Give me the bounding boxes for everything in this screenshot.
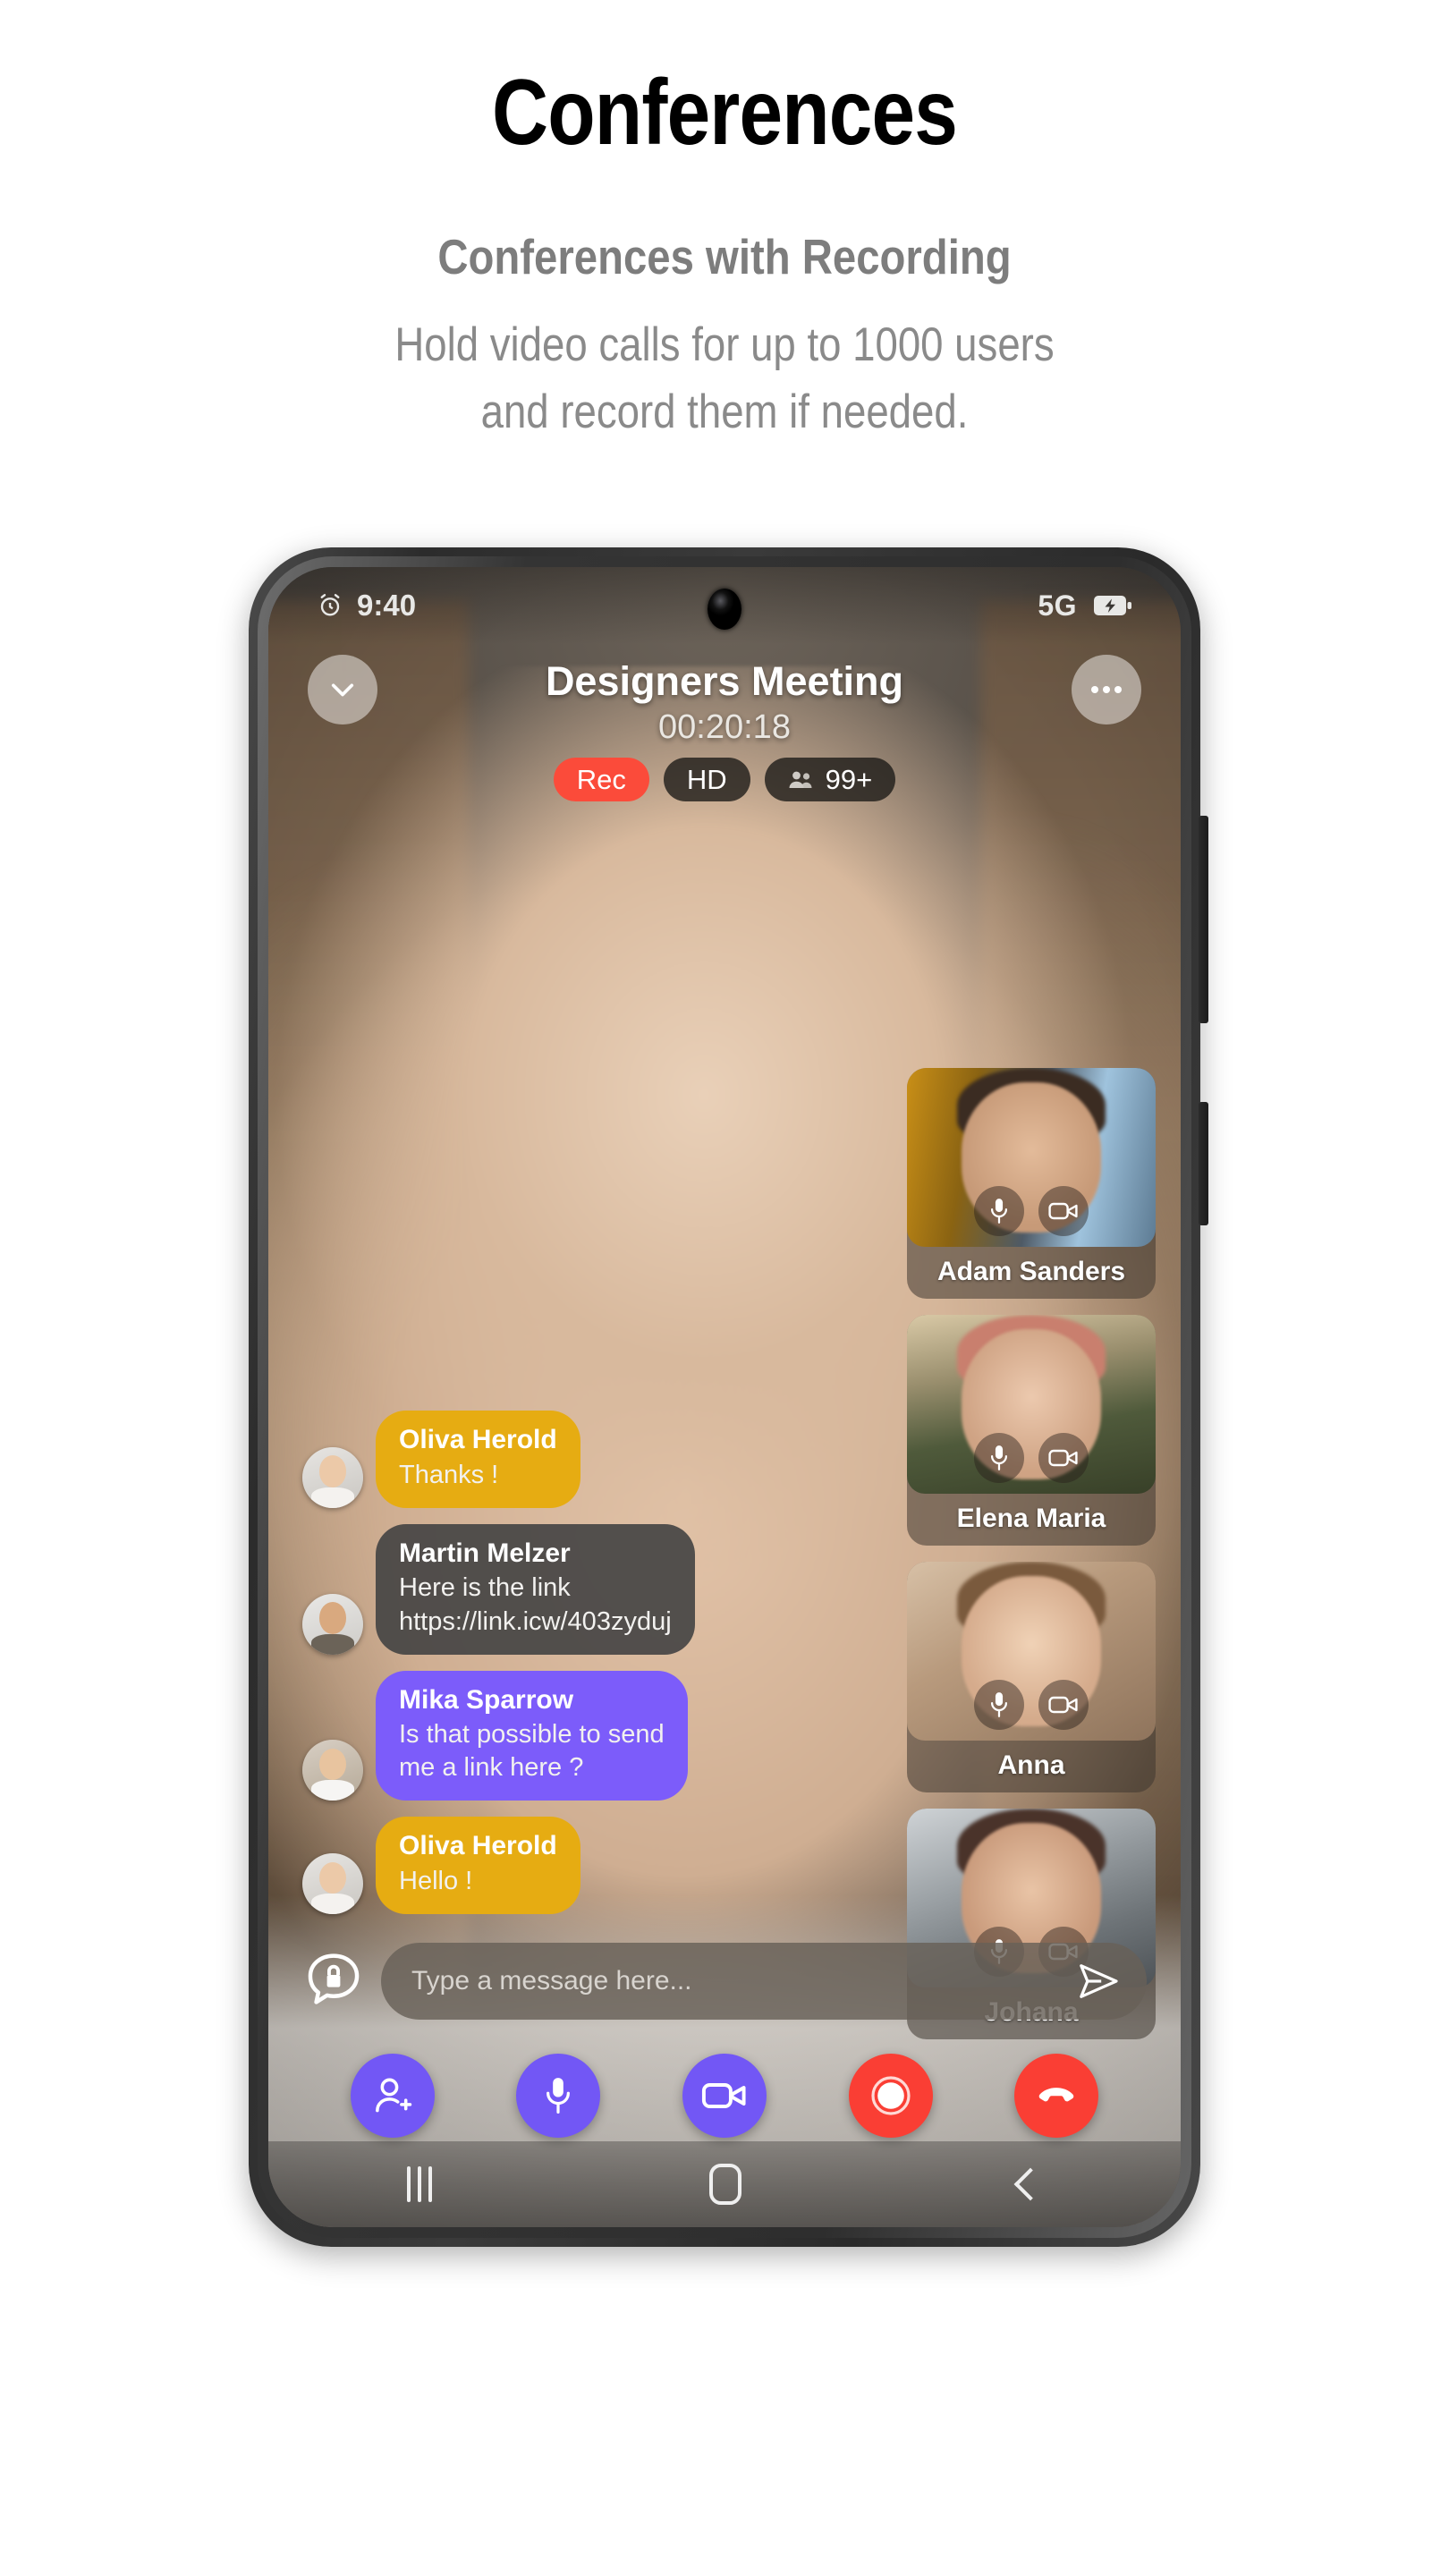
chat-bubble[interactable]: Oliva Herold Hello ! xyxy=(376,1817,580,1914)
participant-video[interactable] xyxy=(907,1315,1156,1494)
more-options-button[interactable] xyxy=(1072,655,1141,724)
video-camera-icon xyxy=(1048,1200,1079,1222)
call-timer: 00:20:18 xyxy=(658,708,791,746)
participant-video[interactable] xyxy=(907,1068,1156,1247)
promo-description: Hold video calls for up to 1000 users an… xyxy=(101,311,1347,446)
participant-camera-indicator[interactable] xyxy=(1038,1433,1089,1483)
chat-message[interactable]: Mika Sparrow Is that possible to send me… xyxy=(302,1670,767,1801)
page-title: Conferences xyxy=(492,61,958,165)
alarm-clock-icon xyxy=(317,592,343,619)
secure-chat-button[interactable] xyxy=(302,1950,365,2012)
microphone-icon xyxy=(987,1197,1011,1225)
video-camera-icon xyxy=(1048,1694,1079,1716)
add-participant-button[interactable] xyxy=(350,2054,435,2138)
status-badge-participants[interactable]: 99+ xyxy=(764,758,896,801)
status-badge-recording[interactable]: Rec xyxy=(553,758,649,801)
chat-bubble[interactable]: Mika Sparrow Is that possible to send me… xyxy=(376,1670,688,1801)
chat-text: Is that possible to send me a link here … xyxy=(399,1720,665,1783)
home-icon[interactable] xyxy=(709,2164,741,2205)
microphone-icon xyxy=(987,1690,1011,1719)
message-input[interactable]: Type a message here... xyxy=(381,1943,1147,2020)
video-camera-icon xyxy=(701,2080,748,2112)
status-time: 9:40 xyxy=(357,589,417,622)
participant-tile[interactable]: Anna xyxy=(907,1562,1156,1792)
front-camera-punchhole xyxy=(708,589,741,630)
collapse-call-button[interactable] xyxy=(308,655,377,724)
video-camera-icon xyxy=(1048,1447,1079,1469)
volume-button[interactable] xyxy=(1199,816,1208,1023)
chat-sender: Mika Sparrow xyxy=(399,1684,574,1715)
participant-video[interactable] xyxy=(907,1562,1156,1741)
send-icon[interactable] xyxy=(1077,1962,1120,2000)
phone-mockup: 9:40 5G Designers Meeting 00:20:18 Rec H… xyxy=(249,547,1208,2247)
call-title-block: Designers Meeting 00:20:18 Rec HD 99+ xyxy=(377,658,1072,801)
microphone-button[interactable] xyxy=(516,2054,601,2138)
chat-text[interactable]: Here is the link https://link.icw/403zyd… xyxy=(399,1572,672,1638)
badge-label: Rec xyxy=(576,763,626,795)
camera-button[interactable] xyxy=(682,2054,767,2138)
chat-message-list: Oliva Herold Thanks ! Martin Melzer Here… xyxy=(302,1411,767,1914)
promo-description-line-2: and record them if needed. xyxy=(480,385,969,438)
end-call-button[interactable] xyxy=(1014,2054,1099,2138)
badge-label: 99+ xyxy=(825,763,873,795)
participant-mic-indicator[interactable] xyxy=(974,1433,1024,1483)
lock-chat-icon xyxy=(302,1950,365,2012)
chat-sender: Oliva Herold xyxy=(399,1425,557,1455)
avatar[interactable] xyxy=(302,1446,363,1508)
participant-mic-indicator[interactable] xyxy=(974,1680,1024,1730)
participant-name: Elena Maria xyxy=(956,1504,1106,1533)
participant-camera-indicator[interactable] xyxy=(1038,1186,1089,1236)
record-circle-icon xyxy=(869,2074,912,2117)
participant-name: Adam Sanders xyxy=(936,1257,1126,1286)
message-composer: Type a message here... xyxy=(302,1943,1147,2020)
more-horizontal-icon xyxy=(1089,685,1123,694)
end-call-icon xyxy=(1034,2073,1079,2118)
battery-charging-icon xyxy=(1093,594,1132,617)
avatar[interactable] xyxy=(302,1740,363,1801)
chat-message[interactable]: Oliva Herold Thanks ! xyxy=(302,1411,767,1508)
avatar[interactable] xyxy=(302,1853,363,1914)
participant-camera-indicator[interactable] xyxy=(1038,1680,1089,1730)
participant-name: Anna xyxy=(997,1750,1065,1780)
chat-message[interactable]: Oliva Herold Hello ! xyxy=(302,1817,767,1914)
chat-text: Hello ! xyxy=(399,1866,473,1895)
chat-bubble[interactable]: Martin Melzer Here is the link https://l… xyxy=(376,1523,695,1655)
participant-mic-indicator[interactable] xyxy=(974,1186,1024,1236)
promo-subtitle: Conferences with Recording xyxy=(437,229,1012,285)
promo-header: Conferences Conferences with Recording H… xyxy=(0,0,1449,445)
status-bar: 9:40 5G xyxy=(268,567,1181,644)
android-nav-bar xyxy=(268,2141,1181,2227)
chat-sender: Oliva Herold xyxy=(399,1831,557,1861)
avatar[interactable] xyxy=(302,1593,363,1655)
record-button[interactable] xyxy=(848,2054,933,2138)
call-badges: Rec HD 99+ xyxy=(377,758,1072,801)
chat-text: Thanks ! xyxy=(399,1460,499,1489)
meeting-title: Designers Meeting xyxy=(545,658,904,704)
network-indicator: 5G xyxy=(1038,589,1077,622)
badge-label: HD xyxy=(686,763,727,795)
call-controls xyxy=(268,2054,1181,2138)
participant-thumbnail-list: Adam Sanders Elena Maria Anna xyxy=(907,1068,1156,2039)
phone-screen: 9:40 5G Designers Meeting 00:20:18 Rec H… xyxy=(268,567,1181,2227)
participant-tile[interactable]: Adam Sanders xyxy=(907,1068,1156,1299)
call-header: Designers Meeting 00:20:18 Rec HD 99+ xyxy=(268,644,1181,801)
people-icon xyxy=(788,769,815,791)
power-button[interactable] xyxy=(1199,1102,1208,1225)
message-input-placeholder: Type a message here... xyxy=(411,1966,692,1996)
promo-description-line-1: Hold video calls for up to 1000 users xyxy=(394,318,1055,371)
participant-tile[interactable]: Elena Maria xyxy=(907,1315,1156,1546)
chat-sender: Martin Melzer xyxy=(399,1538,571,1568)
chevron-down-icon xyxy=(326,673,360,707)
add-person-icon xyxy=(372,2075,413,2116)
status-badge-quality[interactable]: HD xyxy=(663,758,750,801)
microphone-icon xyxy=(987,1444,1011,1472)
back-icon[interactable] xyxy=(1013,2167,1047,2201)
chat-message[interactable]: Martin Melzer Here is the link https://l… xyxy=(302,1523,767,1655)
chat-bubble[interactable]: Oliva Herold Thanks ! xyxy=(376,1411,580,1508)
microphone-icon xyxy=(541,2075,575,2116)
recents-icon[interactable] xyxy=(407,2166,432,2202)
